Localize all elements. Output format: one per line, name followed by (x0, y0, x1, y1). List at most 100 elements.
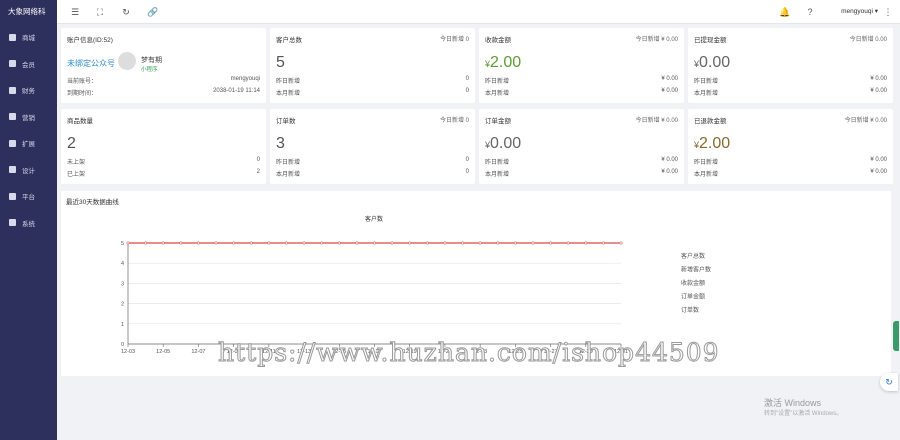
stat-number: 2.00 (490, 54, 522, 71)
link-icon[interactable]: 🔗 (147, 7, 158, 17)
stat-title: 已提现金额 (694, 37, 727, 44)
sidebar-item-5[interactable]: 设计 (0, 157, 57, 184)
stat-card: 订单金额 今日新增 ¥ 0.00 ¥0.00 昨日新增 ¥ 0.00 本月新增 ¥ 0.00 (479, 109, 684, 184)
finance-icon (9, 86, 16, 94)
stat-row: 昨日新增 0 (276, 157, 469, 166)
stat-row: 本月新增 0 (276, 169, 469, 178)
stat-row: 昨日新增 ¥ 0.00 (694, 76, 887, 85)
stat-row: 本月新增 ¥ 0.00 (694, 169, 887, 178)
stat-today: 今日新增 ¥ 0.00 (844, 118, 887, 124)
stat-today: 今日新增 0 (439, 118, 469, 124)
stat-value: 2 (67, 135, 76, 153)
stat-number: 2 (67, 135, 76, 152)
sidebar-item-label: 商城 (22, 35, 35, 43)
stat-row: 昨日新增 ¥ 0.00 (485, 76, 678, 85)
flag-icon (9, 139, 16, 147)
data-point (513, 241, 517, 245)
user-icon (9, 60, 16, 68)
data-point (601, 241, 605, 245)
sidebar-item-label: 营销 (22, 114, 35, 122)
data-point (232, 241, 236, 245)
data-point (179, 241, 183, 245)
legend-item: 客户总数 (681, 252, 705, 260)
data-point (496, 241, 500, 245)
float-help-button[interactable]: ↻ (880, 373, 898, 391)
data-point (566, 241, 570, 245)
sidebar-item-3[interactable]: 营销 (0, 104, 57, 131)
legend-item: 收款金额 (681, 279, 705, 287)
stat-row: 昨日新增 ¥ 0.00 (485, 157, 678, 166)
sidebar-item-label: 扩展 (22, 141, 35, 149)
data-point (531, 241, 535, 245)
help-icon[interactable]: ? (805, 7, 815, 17)
sidebar-item-4[interactable]: 扩展 (0, 130, 57, 157)
y-tick-label: 0 (121, 342, 124, 348)
stat-value: ¥2.00 (485, 54, 521, 72)
data-point (408, 241, 412, 245)
menu-icon[interactable]: ☰ (70, 7, 80, 17)
stat-row: 昨日新增 0 (276, 76, 469, 85)
stat-card: 客户总数 今日新增 0 5 昨日新增 0 本月新增 0 (270, 28, 475, 103)
username: mengyouqi (841, 8, 873, 15)
account-card: 账户信息(ID:52) 未绑定公众号 梦有期 小程序 当前账号： mengyouq… (61, 28, 266, 103)
data-point (372, 241, 376, 245)
stat-row: 昨日新增 ¥ 0.00 (694, 157, 887, 166)
stat-card: 已退款金额 今日新增 ¥ 0.00 ¥2.00 昨日新增 ¥ 0.00 本月新增 ¥ 0.0… (688, 109, 893, 184)
sidebar-item-6[interactable]: 平台 (0, 183, 57, 210)
stat-title: 订单金额 (485, 118, 511, 125)
account-title: 账户信息(ID:52) (67, 37, 113, 44)
stat-title: 订单数 (276, 118, 296, 125)
stat-value: 3 (276, 135, 285, 153)
stat-title: 客户总数 (276, 37, 302, 44)
stat-row: 已上架 2 (67, 169, 260, 178)
data-point (390, 241, 394, 245)
data-point (425, 241, 429, 245)
stat-today: 今日新增 ¥ 0.00 (635, 37, 678, 43)
stat-card: 订单数 今日新增 0 3 昨日新增 0 本月新增 0 (270, 109, 475, 184)
sidebar-item-7[interactable]: 系统 (0, 210, 57, 237)
stat-number: 0.00 (490, 135, 522, 152)
stat-row: 本月新增 ¥ 0.00 (694, 88, 887, 97)
data-point (196, 241, 200, 245)
stat-number: 0.00 (699, 54, 731, 71)
data-point (337, 241, 341, 245)
sidebar-item-1[interactable]: 会员 (0, 51, 57, 78)
stat-row: 本月新增 0 (276, 88, 469, 97)
data-point (549, 241, 553, 245)
stat-today: 今日新增 ¥ 0.00 (635, 118, 678, 124)
data-point (267, 241, 271, 245)
x-tick-label: 12-05 (156, 349, 170, 355)
data-point (461, 241, 465, 245)
x-tick-label: 12-07 (191, 349, 205, 355)
data-point (126, 241, 130, 245)
chart-title: 客户数 (365, 215, 383, 223)
activate-windows-subtitle: 转到"设置"以激活 Windows。 (764, 411, 843, 417)
x-tick-label: 12-03 (121, 349, 135, 355)
sidebar-item-label: 平台 (22, 194, 35, 202)
nickname: 梦有期 (141, 57, 162, 64)
sidebar: 大象网络科 商城 会员 财务 营销 扩展 设计 平台 系统 (0, 0, 57, 440)
stat-row: 本月新增 ¥ 0.00 (485, 169, 678, 178)
y-tick-label: 2 (121, 302, 124, 308)
more-icon[interactable]: ⋮ (883, 7, 893, 17)
legend-item: 订单金额 (681, 293, 705, 301)
data-point (320, 241, 324, 245)
data-point (478, 241, 482, 245)
stat-title: 已退款金额 (694, 118, 727, 125)
data-point (355, 241, 359, 245)
sidebar-item-label: 设计 (22, 167, 35, 175)
fullscreen-icon[interactable]: ⛶ (95, 7, 105, 17)
monitor-icon (9, 219, 16, 227)
refresh-icon[interactable]: ↻ (121, 7, 131, 17)
stat-value: ¥0.00 (485, 135, 521, 153)
bind-link[interactable]: 未绑定公众号 (67, 58, 115, 69)
sidebar-item-0[interactable]: 商城 (0, 24, 57, 51)
data-point (144, 241, 148, 245)
sidebar-item-2[interactable]: 财务 (0, 77, 57, 104)
topbar: ☰ ⛶ ↻ 🔗 🔔 ? mengyouqi ▾ ⋮ (57, 0, 900, 24)
side-tab[interactable] (893, 321, 899, 351)
user-menu[interactable]: mengyouqi ▾ (841, 7, 878, 15)
bell-icon[interactable]: 🔔 (779, 7, 790, 17)
data-point (249, 241, 253, 245)
stat-title: 收款金额 (485, 37, 511, 44)
